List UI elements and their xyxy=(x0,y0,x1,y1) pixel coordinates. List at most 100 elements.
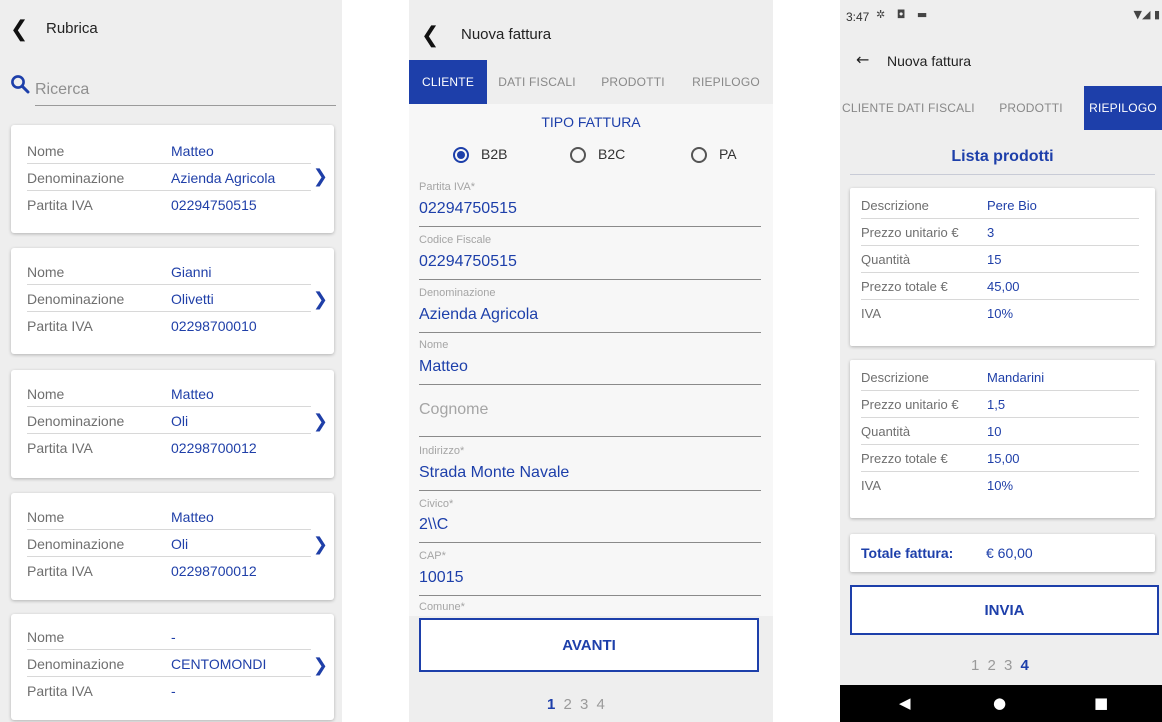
partita-iva-label: Partita IVA xyxy=(27,197,93,213)
arrow-left-icon[interactable]: ← xyxy=(856,50,869,69)
tab-riepilogo[interactable]: RIEPILOGO xyxy=(1084,86,1162,130)
search-icon[interactable] xyxy=(10,74,30,94)
field-value: 02294750515 xyxy=(419,200,517,217)
square-recents-icon[interactable]: ■ xyxy=(1094,695,1108,711)
field-label: Civico* xyxy=(419,498,454,510)
contact-card[interactable]: Nome Gianni Denominazione Olivetti Partita… xyxy=(11,248,334,354)
page-title: Nuova fattura xyxy=(887,53,972,69)
field-label: Indirizzo* xyxy=(419,445,465,457)
contact-card[interactable]: Nome Matteo Denominazione Azienda Agricola… xyxy=(11,125,334,233)
radio-pa[interactable]: PA xyxy=(691,144,751,168)
field-value: Matteo xyxy=(419,358,468,375)
nome-row: Nome Gianni xyxy=(27,258,311,285)
circle-home-icon[interactable]: ● xyxy=(993,695,1006,711)
nome-field[interactable]: Nome Matteo xyxy=(419,339,761,385)
contact-card[interactable]: Nome Matteo Denominazione Oli Partita IVA 0… xyxy=(11,370,334,478)
denominazione-row: Denominazione Oli xyxy=(27,407,311,434)
chevron-right-icon[interactable]: ❯ xyxy=(313,166,328,187)
partita-iva-label: Partita IVA xyxy=(27,683,93,699)
tipo-fattura-radio-group: B2B B2C PA xyxy=(409,144,773,168)
descrizione-label: Descrizione xyxy=(861,198,929,213)
denominazione-label: Denominazione xyxy=(27,291,125,307)
totale-value: € 60,00 xyxy=(986,545,1033,561)
riepilogo-body: Lista prodotti Descrizione Pere Bio Prezz… xyxy=(840,130,1162,685)
iva-label: IVA xyxy=(861,306,881,321)
tab-prodotti[interactable]: PRODOTTI xyxy=(978,86,1084,130)
descrizione-row: Descrizione Mandarini xyxy=(861,364,1139,391)
nome-value: Matteo xyxy=(171,386,214,402)
tab-riepilogo[interactable]: RIEPILOGO xyxy=(679,60,773,104)
denominazione-row: Denominazione CENTOMONDI xyxy=(27,650,311,677)
avanti-button[interactable]: AVANTI xyxy=(419,618,759,672)
chevron-right-icon[interactable]: ❯ xyxy=(313,289,328,310)
tab-prodotti[interactable]: PRODOTTI xyxy=(587,60,679,104)
prezzo-totale-label: Prezzo totale € xyxy=(861,451,948,466)
chevron-right-icon[interactable]: ❯ xyxy=(313,534,328,555)
invia-button[interactable]: INVIA xyxy=(850,585,1159,635)
contact-card[interactable]: Nome Matteo Denominazione Oli Partita IVA 0… xyxy=(11,493,334,600)
prezzo-unitario-label: Prezzo unitario € xyxy=(861,397,959,412)
quantita-label: Quantità xyxy=(861,424,911,439)
iva-value: 10% xyxy=(987,306,1014,321)
tab-bar: CLIENTE DATI FISCALI PRODOTTI RIEPILOGO xyxy=(840,86,1162,130)
field-label: Partita IVA* xyxy=(419,181,476,193)
radio-label: B2C xyxy=(598,146,626,162)
prezzo-unitario-row: Prezzo unitario € 3 xyxy=(861,219,1139,246)
partita-iva-value: 02298700012 xyxy=(171,440,257,456)
prezzo-totale-value: 45,00 xyxy=(987,279,1020,294)
page-number: 1 xyxy=(971,657,982,674)
page-title: Nuova fattura xyxy=(461,26,552,43)
tab-cliente[interactable]: CLIENTE xyxy=(840,86,894,130)
field-label: Comune* xyxy=(419,601,465,613)
denominazione-field[interactable]: Denominazione Azienda Agricola xyxy=(419,287,761,333)
nome-label: Nome xyxy=(27,509,65,525)
nome-row: Nome Matteo xyxy=(27,380,311,407)
denominazione-value: Azienda Agricola xyxy=(171,170,276,186)
form-body: TIPO FATTURA B2B B2C PA Partita IVA* 022… xyxy=(409,104,773,616)
quantita-row: Quantità 15 xyxy=(861,246,1139,273)
partita-iva-value: 02294750515 xyxy=(171,197,257,213)
tab-cliente[interactable]: CLIENTE xyxy=(409,60,487,104)
comune-field[interactable]: Comune* xyxy=(419,601,761,616)
chevron-left-icon[interactable]: ❮ xyxy=(421,25,439,47)
partita-iva-value: - xyxy=(171,683,176,699)
chevron-right-icon[interactable]: ❯ xyxy=(313,411,328,432)
radio-unchecked-icon xyxy=(691,147,707,163)
partita-iva-label: Partita IVA xyxy=(27,563,93,579)
radio-unchecked-icon xyxy=(570,147,586,163)
search-input[interactable] xyxy=(35,68,336,106)
nome-value: Matteo xyxy=(171,143,214,159)
partita-iva-field[interactable]: Partita IVA* 02294750515 xyxy=(419,181,761,227)
contact-card[interactable]: Nome - Denominazione CENTOMONDI Partita IV… xyxy=(11,614,334,720)
tab-dati-fiscali[interactable]: DATI FISCALI xyxy=(894,86,978,130)
field-value: 10015 xyxy=(419,569,464,586)
cap-field[interactable]: CAP* 10015 xyxy=(419,550,761,596)
page-number: 1 xyxy=(547,696,558,713)
tab-dati-fiscali[interactable]: DATI FISCALI xyxy=(487,60,587,104)
partita-iva-row: Partita IVA 02294750515 xyxy=(27,191,311,218)
totale-label: Totale fattura: xyxy=(861,545,954,561)
partita-iva-row: Partita IVA 02298700012 xyxy=(27,434,311,461)
page-number: 4 xyxy=(1020,657,1031,674)
radio-b2c[interactable]: B2C xyxy=(570,144,640,168)
descrizione-row: Descrizione Pere Bio xyxy=(861,192,1139,219)
radio-b2b[interactable]: B2B xyxy=(453,144,523,168)
product-card: Descrizione Pere Bio Prezzo unitario € 3 Q… xyxy=(850,188,1155,346)
section-title: Lista prodotti xyxy=(850,148,1155,175)
nuova-fattura-cliente-screen: ❮ Nuova fattura CLIENTE DATI FISCALI PRO… xyxy=(409,0,773,722)
quantita-value: 10 xyxy=(987,424,1002,439)
cognome-field[interactable]: Cognome xyxy=(419,390,761,437)
civico-field[interactable]: Civico* 2\\C xyxy=(419,498,761,543)
chevron-right-icon[interactable]: ❯ xyxy=(313,655,328,676)
descrizione-label: Descrizione xyxy=(861,370,929,385)
tab-bar: CLIENTE DATI FISCALI PRODOTTI RIEPILOGO xyxy=(409,60,773,104)
chevron-left-icon[interactable]: ❮ xyxy=(10,19,28,41)
triangle-back-icon[interactable]: ◀ xyxy=(899,695,911,711)
denominazione-row: Denominazione Azienda Agricola xyxy=(27,164,311,191)
codice-fiscale-field[interactable]: Codice Fiscale 02294750515 xyxy=(419,234,761,280)
denominazione-label: Denominazione xyxy=(27,536,125,552)
prezzo-unitario-label: Prezzo unitario € xyxy=(861,225,959,240)
search-bar xyxy=(10,68,336,108)
indirizzo-field[interactable]: Indirizzo* Strada Monte Navale xyxy=(419,445,761,491)
android-navigation-bar: ◀ ● ■ xyxy=(840,685,1162,722)
